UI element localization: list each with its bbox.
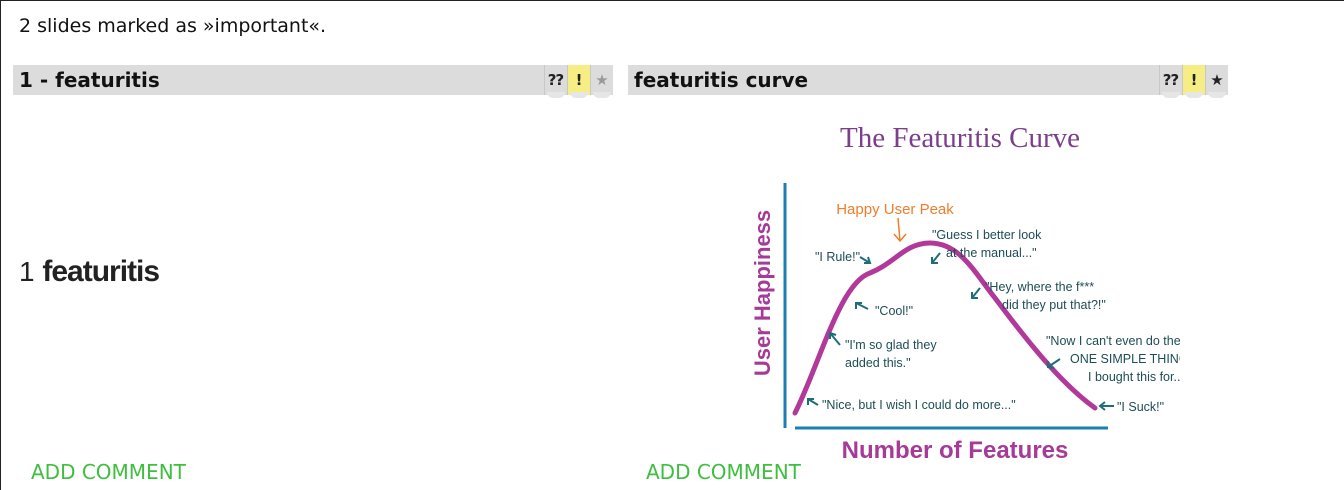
add-comment-link[interactable]: ADD COMMENT	[646, 460, 801, 484]
peak-arrow-icon	[893, 217, 907, 243]
slide-text: 1 featuritis	[19, 255, 160, 289]
arrow-icon	[859, 256, 872, 264]
add-comment-link[interactable]: ADD COMMENT	[31, 460, 186, 484]
annotation: "Hey, where the f***	[985, 280, 1094, 294]
figure-xlabel: Number of Features	[842, 437, 1069, 464]
arrow-icon	[1098, 401, 1114, 411]
curve-annotations: "I Rule!" "Guess I better look at the ma…	[815, 228, 1180, 414]
annotation: "Cool!"	[875, 304, 913, 318]
annotation: "Now I can't even do the	[1046, 334, 1180, 348]
arrow-icon	[829, 331, 841, 346]
star-marker-button[interactable]: ★	[1205, 65, 1228, 98]
annotation: "I Suck!"	[1117, 400, 1164, 414]
slide-card-featuritis-curve: featuritis curve ⁇ ! ★ The Featuritis Cu…	[628, 65, 1228, 464]
slide-markers: ⁇ ! ★	[1159, 65, 1228, 98]
annotation: at the manual..."	[946, 246, 1037, 260]
slide-title[interactable]: featuritis curve	[628, 68, 808, 92]
annotation: "I'm so glad they	[845, 338, 937, 352]
annotation: "I Rule!"	[815, 250, 860, 264]
slide-heading: featuritis	[42, 255, 160, 288]
figure-title: The Featuritis Curve	[840, 123, 1080, 154]
arrow-icon	[807, 398, 819, 406]
slide-header: 1 - featuritis ⁇ ! ★	[13, 65, 613, 98]
annotation: "Nice, but I wish I could do more..."	[822, 398, 1016, 412]
annotation: ONE SIMPLE THING	[1070, 352, 1180, 366]
slide-number: 1	[19, 256, 35, 287]
figure-ylabel: User Happiness	[750, 210, 775, 376]
arrow-icon	[971, 287, 981, 299]
annotation: I bought this for..."	[1088, 370, 1180, 384]
important-slides-summary: 2 slides marked as »important«.	[19, 15, 327, 37]
question-marker-button[interactable]: ⁇	[544, 65, 567, 98]
slide-markers: ⁇ ! ★	[544, 65, 613, 98]
slide-header: featuritis curve ⁇ ! ★	[628, 65, 1228, 98]
annotation: "Guess I better look	[932, 228, 1042, 242]
annotation: did they put that?!"	[1002, 298, 1106, 312]
arrow-icon	[931, 252, 941, 264]
featuritis-curve-image: The Featuritis Curve User Happiness Numb…	[750, 123, 1180, 464]
slide-content: The Featuritis Curve User Happiness Numb…	[628, 95, 1228, 464]
slide-card-featuritis: 1 - featuritis ⁇ ! ★ 1 featuritis	[13, 65, 613, 435]
important-marker-button[interactable]: !	[567, 65, 590, 98]
question-marker-button[interactable]: ⁇	[1159, 65, 1182, 98]
peak-label: Happy User Peak	[836, 201, 954, 218]
important-marker-button[interactable]: !	[1182, 65, 1205, 98]
star-marker-button[interactable]: ★	[590, 65, 613, 98]
slide-title[interactable]: 1 - featuritis	[13, 68, 160, 92]
slide-content: 1 featuritis	[13, 95, 613, 435]
arrow-icon	[855, 302, 869, 310]
annotation: added this."	[845, 356, 911, 370]
happiness-curve	[792, 240, 1098, 416]
